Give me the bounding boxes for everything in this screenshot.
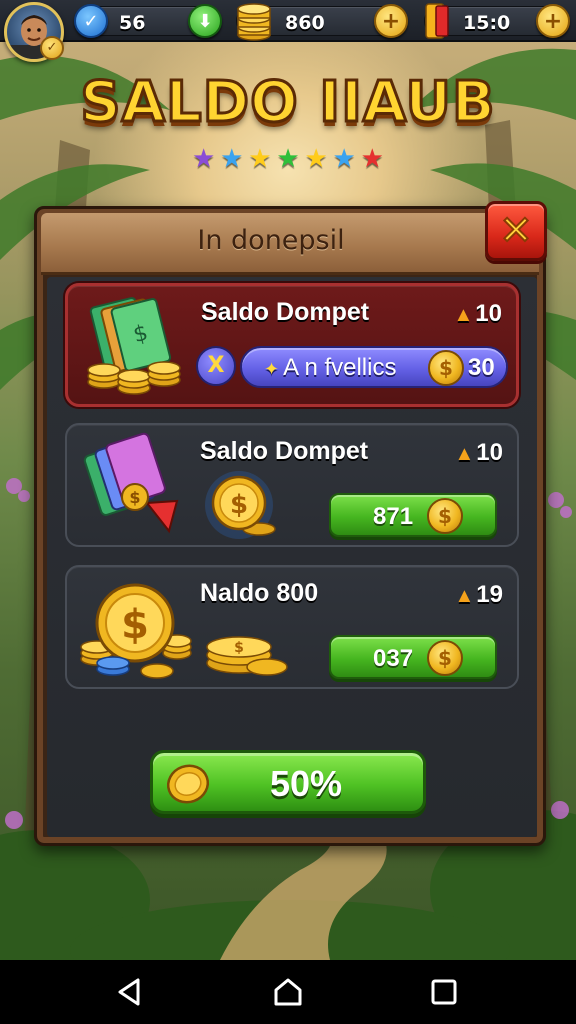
home-icon[interactable] (272, 976, 304, 1008)
offer-bonus-value: 19 (476, 581, 503, 608)
featured-button-amount: 30 (468, 354, 495, 381)
dialog-header: In donepsil ✕ (41, 201, 547, 275)
svg-text:$: $ (230, 490, 248, 520)
price-label: 037 (373, 645, 414, 672)
offer-bonus-value: 10 (476, 439, 503, 466)
offer-card-3[interactable]: $ $ Naldo 800 ▲19 037 $ (65, 565, 519, 689)
offer-bonus: ▲19 (455, 581, 504, 609)
offer-tag-badge: X (196, 346, 236, 386)
claim-button-label: 50% (269, 763, 343, 804)
close-icon: ✕ (498, 207, 533, 255)
add-coins-button[interactable]: + (374, 4, 408, 38)
offer-bonus: ▲10 (454, 300, 503, 328)
coin-stack-icon (237, 3, 271, 41)
featured-button-label: ✦ A n fvellics (264, 354, 396, 382)
offer-bonus-value: 10 (475, 300, 502, 327)
coins-count: 860 (285, 12, 325, 34)
buy-button[interactable]: 037 $ (329, 635, 497, 679)
back-triangle-icon[interactable] (114, 976, 146, 1008)
buy-button[interactable]: 871 $ (329, 493, 497, 537)
tickets-count: 15:0 (463, 12, 511, 34)
sparkle-icon: ✦ (264, 359, 280, 379)
svg-text:$: $ (121, 602, 149, 648)
offer-bonus: ▲10 (455, 439, 504, 467)
page-title: SALDO IIAUB (79, 69, 496, 137)
star-icon: ★ (276, 144, 300, 174)
rating-stars: ★ ★ ★ ★ ★ ★ ★ (192, 144, 384, 174)
top-status-bar: 56 ✓ ⬇ 860 + 15:0 + (0, 0, 576, 42)
close-button[interactable]: ✕ (485, 201, 547, 261)
cards-and-coin-icon: $ (83, 432, 179, 534)
avatar-level-badge: ✓ (40, 36, 64, 60)
featured-button-text: A n fvellics (283, 354, 397, 381)
check-icon: ✓ (74, 4, 108, 38)
flame-icon: ▲ (454, 443, 475, 465)
dialog-title: In donepsil (197, 225, 345, 256)
offer-name: Saldo Dompet (200, 437, 369, 465)
offer-name: Naldo 800 (200, 579, 319, 607)
offer-card-2[interactable]: $ $ Saldo Dompet ▲10 871 $ (65, 423, 519, 547)
recents-square-icon[interactable] (428, 976, 460, 1008)
star-icon: ★ (248, 144, 272, 174)
star-icon: ★ (360, 144, 384, 174)
svg-text:$: $ (129, 488, 140, 507)
download-icon[interactable]: ⬇ (188, 4, 222, 38)
star-icon: ★ (192, 144, 216, 174)
star-icon: ★ (220, 144, 244, 174)
svg-text:$: $ (234, 640, 244, 656)
system-nav-bar (0, 960, 576, 1024)
coin-icon: $ (427, 498, 463, 534)
offer-card-featured[interactable]: $ Saldo Dompet ▲10 X ✦ A n fvellics $ 30 (65, 283, 519, 407)
star-icon: ★ (304, 144, 328, 174)
offer-name: Saldo Dompet (201, 298, 370, 326)
big-coin-pile-icon: $ (80, 583, 192, 679)
checks-count: 56 (119, 12, 146, 34)
ticket-icon (425, 3, 449, 39)
glowing-coin-icon: $ (205, 471, 276, 539)
coin-pile-icon: $ (206, 636, 288, 676)
claim-button[interactable]: 50% (150, 750, 426, 814)
flame-icon: ▲ (453, 304, 474, 326)
price-label: 871 (373, 503, 414, 530)
flame-icon: ▲ (454, 585, 475, 607)
featured-buy-button[interactable]: ✦ A n fvellics $ 30 (240, 346, 508, 388)
cash-and-coins-icon: $ (87, 297, 181, 395)
coin-icon: $ (427, 640, 463, 676)
star-icon: ★ (332, 144, 356, 174)
add-tickets-button[interactable]: + (536, 4, 570, 38)
coin-icon: $ (428, 350, 464, 386)
